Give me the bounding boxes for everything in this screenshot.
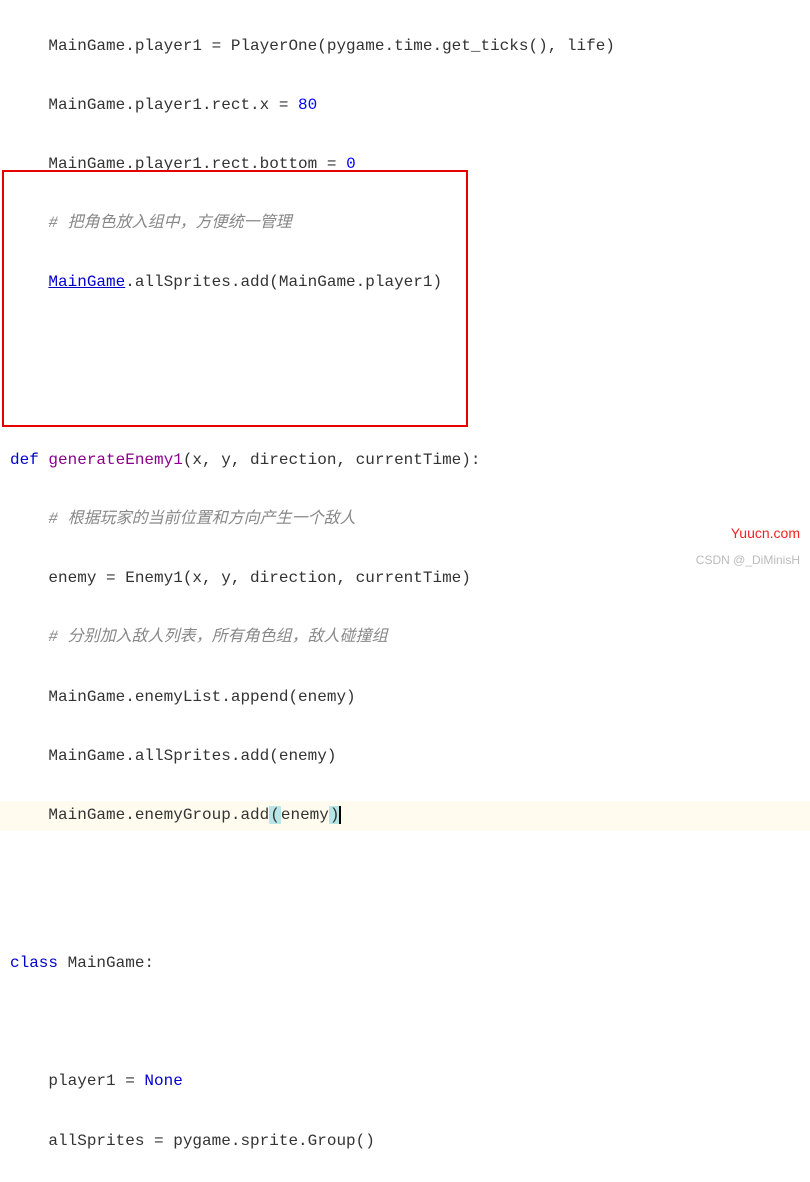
code-text: enemy xyxy=(281,806,329,824)
code-line: MainGame.enemyList.append(enemy) xyxy=(0,683,810,713)
watermark-site: Yuucn.com xyxy=(731,521,800,547)
code-line: MainGame.allSprites.add(MainGame.player1… xyxy=(0,268,810,298)
code-text: player1 = xyxy=(48,1072,144,1090)
code-line: # 分别加入敌人列表，所有角色组，敌人碰撞组 xyxy=(0,623,810,653)
code-line: MainGame.player1.rect.x = 80 xyxy=(0,91,810,121)
code-text: MainGame.enemyList.append(enemy) xyxy=(48,688,355,706)
keyword-class: class xyxy=(10,954,68,972)
code-text: MainGame.player1 = PlayerOne(pygame.time… xyxy=(48,37,615,55)
code-line: player1 = None xyxy=(0,1067,810,1097)
symbol-link[interactable]: MainGame xyxy=(48,273,125,291)
code-editor: MainGame.player1 = PlayerOne(pygame.time… xyxy=(0,0,810,1182)
comment: # 分别加入敌人列表，所有角色组，敌人碰撞组 xyxy=(48,628,387,646)
code-text: MainGame.player1.rect.bottom = xyxy=(48,155,346,173)
code-text: MainGame.enemyGroup.add xyxy=(48,806,269,824)
number-literal: 0 xyxy=(346,155,356,173)
code-line: MainGame.player1 = PlayerOne(pygame.time… xyxy=(0,32,810,62)
class-name: MainGame: xyxy=(68,954,154,972)
code-text: MainGame.player1.rect.x = xyxy=(48,96,298,114)
comment: # 根据玩家的当前位置和方向产生一个敌人 xyxy=(48,510,355,528)
code-line: allSprites = pygame.sprite.Group() xyxy=(0,1127,810,1157)
code-line: MainGame.player1.rect.bottom = 0 xyxy=(0,150,810,180)
bracket-match: ( xyxy=(269,806,281,824)
blank-line xyxy=(0,890,810,920)
code-line: # 根据玩家的当前位置和方向产生一个敌人 xyxy=(0,505,810,535)
comment: # 把角色放入组中，方便统一管理 xyxy=(48,214,291,232)
blank-line xyxy=(0,831,810,861)
function-name: generateEnemy1 xyxy=(48,451,182,469)
code-line: class MainGame: xyxy=(0,949,810,979)
code-text: MainGame.allSprites.add(enemy) xyxy=(48,747,336,765)
keyword-def: def xyxy=(10,451,48,469)
code-line: # 把角色放入组中，方便统一管理 xyxy=(0,209,810,239)
number-literal: 80 xyxy=(298,96,317,114)
code-line: enemy = Enemy1(x, y, direction, currentT… xyxy=(0,564,810,594)
blank-line xyxy=(0,387,810,417)
cursor xyxy=(339,806,341,824)
blank-line xyxy=(0,1008,810,1038)
params: (x, y, direction, currentTime): xyxy=(183,451,481,469)
keyword-none: None xyxy=(144,1072,182,1090)
code-text: allSprites = pygame.sprite.Group() xyxy=(48,1132,374,1150)
blank-line xyxy=(0,328,810,358)
code-line: def generateEnemy1(x, y, direction, curr… xyxy=(0,446,810,476)
code-text: enemy = Enemy1(x, y, direction, currentT… xyxy=(48,569,470,587)
code-line-active: MainGame.enemyGroup.add(enemy) xyxy=(0,801,810,831)
code-line: MainGame.allSprites.add(enemy) xyxy=(0,742,810,772)
watermark-author: CSDN @_DiMinisH xyxy=(696,549,800,571)
code-text: .allSprites.add(MainGame.player1) xyxy=(125,273,442,291)
